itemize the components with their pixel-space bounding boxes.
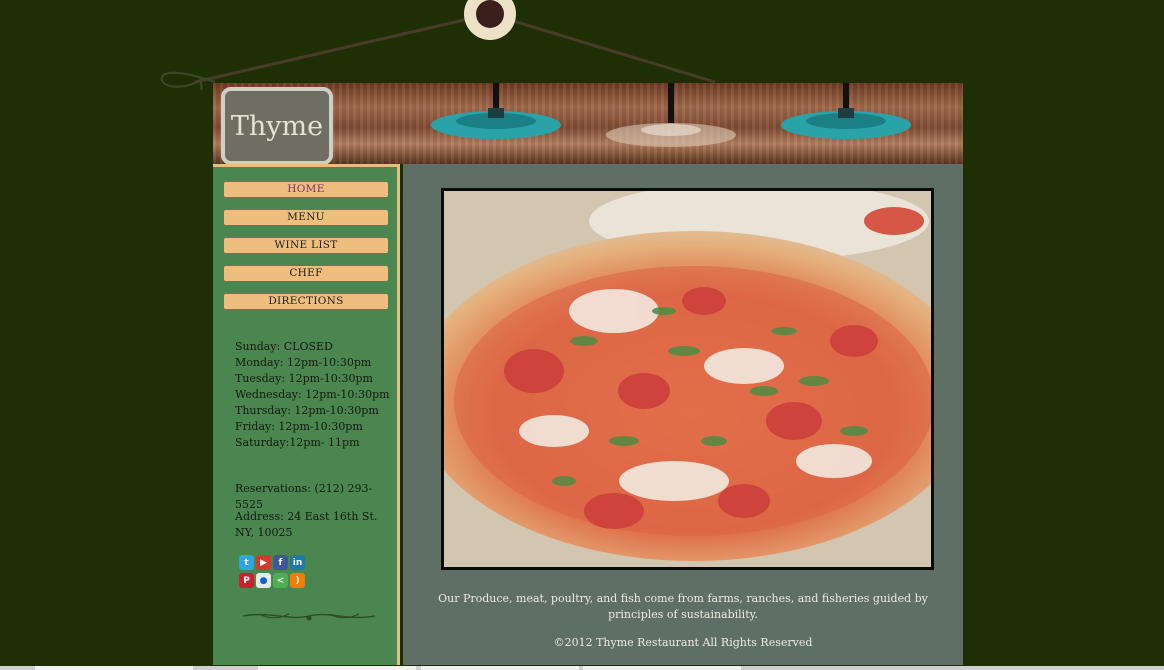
hours-line: Sunday: CLOSED	[235, 340, 333, 353]
hours-line: Wednesday: 12pm-10:30pm	[235, 388, 390, 401]
facebook-icon[interactable]: f	[273, 555, 288, 570]
taskbar-tab[interactable]	[35, 666, 193, 670]
nav-chef-button[interactable]: CHEF	[224, 266, 388, 281]
pendant-lamp-icon	[606, 83, 736, 147]
sidebar: HOME MENU WINE LIST CHEF DIRECTIONS Sund…	[213, 164, 400, 665]
rss-icon[interactable]: )	[290, 573, 305, 588]
opening-hours: Sunday: CLOSED Monday: 12pm-10:30pm Tues…	[235, 339, 390, 451]
taskbar-tab[interactable]	[258, 666, 416, 670]
youtube-icon[interactable]: ▶	[256, 555, 271, 570]
share-icon[interactable]: <	[273, 573, 288, 588]
ornament-divider-icon	[242, 613, 376, 621]
flickr-icon[interactable]: ●	[256, 573, 271, 588]
page: Thyme HOME MENU WINE LIST CHEF DIRECTION…	[0, 0, 1164, 670]
sign-board: Thyme HOME MENU WINE LIST CHEF DIRECTION…	[213, 83, 963, 665]
address: Address: 24 East 16th St. NY, 10025	[235, 510, 378, 539]
pizza-photo	[441, 188, 934, 570]
taskbar-tab[interactable]	[583, 666, 741, 670]
nav-home-button[interactable]: HOME	[224, 182, 388, 197]
nav-directions-button[interactable]: DIRECTIONS	[224, 294, 388, 309]
social-icons: t ▶ f in P ● < )	[239, 555, 305, 591]
nav-wine-list-button[interactable]: WINE LIST	[224, 238, 388, 253]
sustainability-text: Our Produce, meat, poultry, and fish com…	[438, 592, 928, 621]
main-content: Our Produce, meat, poultry, and fish com…	[403, 164, 963, 665]
thyme-logo[interactable]: Thyme	[221, 87, 333, 164]
twitter-icon[interactable]: t	[239, 555, 254, 570]
hours-line: Saturday:12pm- 11pm	[235, 436, 360, 449]
pinterest-icon[interactable]: P	[239, 573, 254, 588]
sign-hanger	[160, 12, 716, 90]
pizza-image	[444, 191, 931, 567]
nav-menu-button[interactable]: MENU	[224, 210, 388, 225]
hours-line: Tuesday: 12pm-10:30pm	[235, 372, 373, 385]
hours-line: Friday: 12pm-10:30pm	[235, 420, 363, 433]
linkedin-icon[interactable]: in	[290, 555, 305, 570]
header-banner: Thyme	[213, 83, 963, 164]
taskbar-tab[interactable]	[421, 666, 579, 670]
copyright-text: ©2012 Thyme Restaurant All Rights Reserv…	[553, 636, 813, 649]
hours-line: Thursday: 12pm-10:30pm	[235, 404, 379, 417]
pendant-lamp-icon	[431, 83, 561, 139]
pendant-lamp-icon	[781, 83, 911, 139]
hours-line: Monday: 12pm-10:30pm	[235, 356, 372, 369]
